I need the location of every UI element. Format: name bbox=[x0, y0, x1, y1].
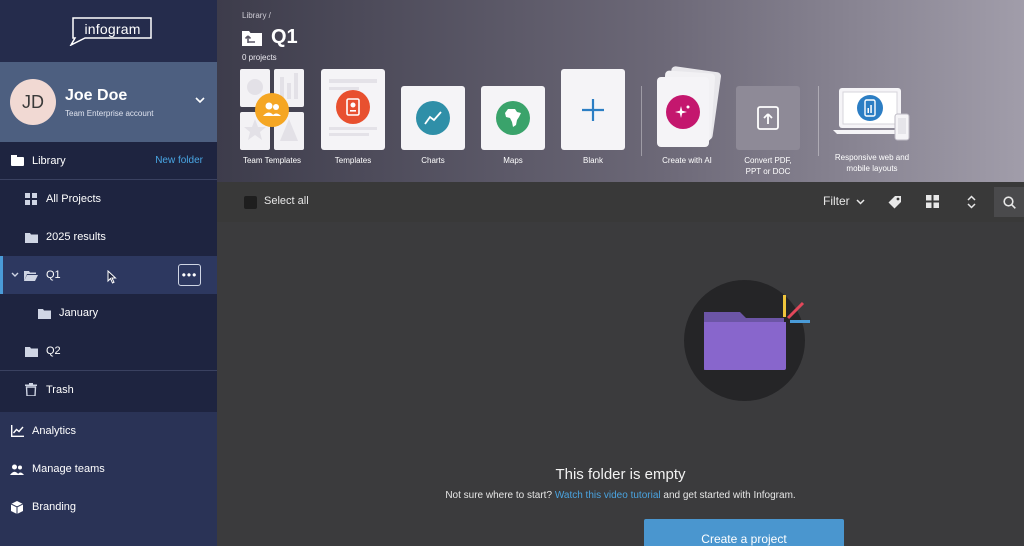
folder-all-projects[interactable]: All Projects bbox=[0, 180, 217, 218]
sidebar-item-label: Analytics bbox=[32, 425, 77, 437]
sidebar-item-library[interactable]: Library New folder bbox=[0, 142, 217, 180]
folder-q2[interactable]: Q2 bbox=[0, 332, 217, 370]
tile-label: Team Templates bbox=[242, 156, 302, 165]
divider bbox=[818, 86, 819, 156]
avatar: JD bbox=[10, 79, 56, 125]
trash-icon bbox=[24, 383, 38, 397]
folder-label: Q2 bbox=[46, 345, 61, 357]
subtitle-text-after: and get started with Infogram. bbox=[660, 490, 796, 501]
empty-state-title: This folder is empty bbox=[555, 466, 686, 483]
infogram-logo[interactable]: infogram bbox=[65, 16, 153, 46]
filter-label: Filter bbox=[823, 194, 850, 208]
folder-up-icon bbox=[242, 31, 262, 46]
template-grid-icon bbox=[240, 69, 304, 150]
bottom-nav: Analytics Manage teams Branding bbox=[0, 412, 217, 546]
tile-charts[interactable]: Charts bbox=[401, 86, 465, 166]
select-all-checkbox[interactable] bbox=[244, 196, 257, 209]
tile-blank[interactable]: Blank bbox=[561, 69, 625, 166]
team-icon bbox=[10, 462, 24, 476]
line-chart-icon bbox=[416, 101, 450, 135]
new-folder-link[interactable]: New folder bbox=[155, 155, 203, 166]
logo-area: infogram bbox=[0, 0, 217, 62]
project-toolbar: Select all Filter bbox=[217, 182, 1024, 222]
empty-folder-icon bbox=[704, 295, 810, 370]
sidebar-item-manage-teams[interactable]: Manage teams bbox=[0, 450, 217, 488]
logo-text: infogram bbox=[84, 21, 141, 37]
folder-label: Q1 bbox=[46, 269, 61, 281]
sparkle-icon bbox=[666, 95, 700, 129]
tile-label-line2: PPT or DOC bbox=[745, 167, 791, 176]
folder-icon bbox=[37, 306, 51, 320]
folder-label: All Projects bbox=[46, 193, 102, 205]
account-type: Team Enterprise account bbox=[65, 108, 154, 118]
subtitle-text-before: Not sure where to start? bbox=[445, 490, 555, 501]
analytics-chart-icon bbox=[10, 424, 24, 438]
folder-label: January bbox=[59, 307, 99, 319]
page-title: Q1 bbox=[271, 26, 298, 48]
tile-maps[interactable]: Maps bbox=[481, 86, 545, 166]
tile-templates[interactable]: Templates bbox=[321, 69, 385, 166]
search-icon bbox=[1002, 195, 1016, 209]
sort-icon[interactable] bbox=[967, 195, 976, 214]
sidebar-item-branding[interactable]: Branding bbox=[0, 488, 217, 526]
africa-map-icon bbox=[496, 101, 530, 135]
user-account-switcher[interactable]: JD Joe Doe Team Enterprise account bbox=[0, 62, 217, 142]
filter-dropdown[interactable]: Filter bbox=[823, 194, 865, 208]
folder-january[interactable]: January bbox=[0, 294, 217, 332]
sidebar-item-analytics[interactable]: Analytics bbox=[0, 412, 217, 450]
folder-icon bbox=[24, 230, 38, 244]
tile-label: Templates bbox=[334, 156, 372, 165]
video-tutorial-link[interactable]: Watch this video tutorial bbox=[555, 490, 661, 501]
tile-create-with-ai[interactable]: Create with AI bbox=[655, 65, 722, 166]
breadcrumb[interactable]: Library / bbox=[242, 11, 271, 20]
chevron-down-icon bbox=[856, 199, 865, 205]
tile-label: Charts bbox=[421, 156, 445, 165]
user-name: Joe Doe bbox=[65, 86, 128, 104]
tile-responsive-layouts[interactable]: Responsive web and mobile layouts bbox=[831, 84, 913, 174]
folder-header: Library / Q1 0 projects Team Templates T… bbox=[217, 0, 1024, 182]
chevron-down-icon[interactable] bbox=[195, 95, 205, 107]
empty-state-subtitle: Not sure where to start? Watch this vide… bbox=[217, 490, 1024, 501]
sidebar-item-label: Library bbox=[32, 154, 66, 167]
tile-label-line1: Responsive web and bbox=[834, 153, 910, 162]
create-project-button[interactable]: Create a project bbox=[644, 519, 844, 546]
folder-open-icon bbox=[24, 268, 38, 282]
folder-title: Q1 bbox=[242, 26, 298, 49]
sidebar-item-trash[interactable]: Trash bbox=[0, 370, 217, 408]
tile-label: Create with AI bbox=[662, 156, 712, 165]
grid-icon bbox=[24, 192, 38, 206]
tile-convert-document[interactable]: Convert PDF, PPT or DOC bbox=[736, 86, 800, 177]
tile-label: Maps bbox=[503, 156, 523, 165]
chevron-down-icon[interactable] bbox=[11, 270, 19, 280]
sidebar-item-label: Branding bbox=[32, 501, 77, 513]
upload-file-icon bbox=[757, 106, 779, 130]
tile-label: Blank bbox=[582, 156, 603, 165]
tile-team-templates[interactable]: Team Templates bbox=[240, 69, 304, 166]
plus-icon bbox=[561, 69, 625, 150]
sidebar-item-label: Trash bbox=[46, 383, 74, 396]
tile-label-line2: mobile layouts bbox=[846, 164, 898, 173]
cube-icon bbox=[10, 500, 24, 514]
select-all-label[interactable]: Select all bbox=[264, 195, 309, 207]
project-count: 0 projects bbox=[242, 53, 277, 62]
search-button[interactable] bbox=[994, 187, 1024, 217]
templates-icon bbox=[329, 79, 377, 136]
sidebar: infogram JD Joe Doe Team Enterprise acco… bbox=[0, 0, 217, 546]
folder-q1[interactable]: Q1 ••• bbox=[0, 256, 217, 294]
tile-label-line1: Convert PDF, bbox=[744, 156, 792, 165]
folder-2025-results[interactable]: 2025 results bbox=[0, 218, 217, 256]
mouse-cursor-icon bbox=[107, 269, 117, 287]
folder-more-options-button[interactable]: ••• bbox=[178, 264, 201, 286]
grid-view-icon[interactable] bbox=[926, 195, 939, 213]
devices-icon bbox=[831, 84, 913, 150]
sidebar-item-label: Manage teams bbox=[32, 463, 105, 475]
divider bbox=[641, 86, 642, 156]
library-icon bbox=[10, 154, 24, 168]
folder-icon bbox=[24, 344, 38, 358]
folder-label: 2025 results bbox=[46, 231, 106, 243]
tag-icon[interactable] bbox=[888, 195, 902, 214]
